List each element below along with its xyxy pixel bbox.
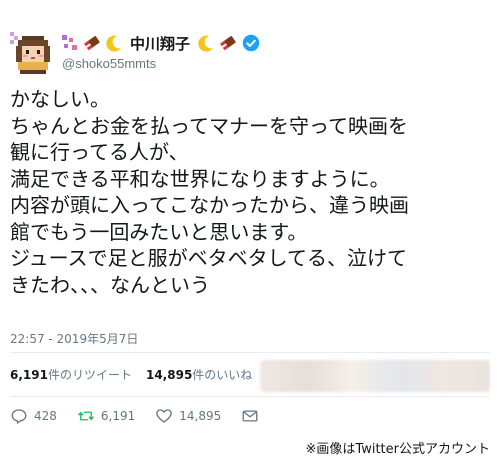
divider	[10, 396, 490, 397]
likes-stat[interactable]: 14,895件のいいね	[146, 366, 252, 383]
liker-avatars-blurred	[260, 360, 490, 392]
display-name-row[interactable]: 中川翔子	[60, 30, 260, 56]
crescent-moon-icon	[198, 35, 214, 52]
sparkle-icon	[62, 35, 77, 50]
tweet-text-line: 観に行ってる人が、	[10, 140, 189, 164]
likes-count: 14,895	[145, 368, 193, 382]
reply-icon	[11, 409, 27, 424]
verified-badge-icon	[242, 34, 260, 52]
retweets-label: 件のリツイート	[47, 368, 132, 382]
envelope-icon	[242, 410, 258, 422]
retweets-stat[interactable]: 6,191件のリツイート	[10, 366, 132, 383]
retweets-count: 6,191	[10, 368, 48, 382]
tweet-text-line: 館でもう一回みたいと思います。	[10, 219, 308, 244]
tweet-text-line: 満足できる平和な世界になりますように。	[10, 166, 390, 191]
action-bar: 428 6,191 14,895	[10, 406, 259, 426]
tweet-card: 中川翔子 @shoko55mmts かなしい。 ちゃんとお金を払ってマナーを守っ…	[0, 0, 500, 460]
pixel-art-avatar-icon[interactable]	[8, 30, 56, 74]
divider	[10, 352, 490, 353]
heart-icon	[156, 409, 173, 423]
display-name[interactable]: 中川翔子	[130, 33, 190, 54]
crescent-moon-icon	[106, 35, 121, 52]
tweet-timestamp[interactable]: 22:57 - 2019年5月7日	[10, 330, 138, 347]
likes-label: 件のいいね	[192, 368, 253, 382]
chocolate-icon	[219, 36, 236, 51]
tweet-text: かなしい。 ちゃんとお金を払ってマナーを守って映画を 観に行ってる人が、 満足で…	[10, 86, 498, 298]
tweet-text-line: かなしい。	[10, 87, 110, 111]
direct-message-button[interactable]	[241, 407, 259, 425]
tweet-text-line: 内容が頭に入ってこなかったから、違う映画	[10, 193, 409, 217]
reply-button[interactable]: 428	[10, 407, 57, 425]
retweet-count: 6,191	[100, 409, 136, 423]
tweet-stats: 6,191件のリツイート 14,895件のいいね	[10, 366, 252, 383]
tweet-text-line: ジュースで足と服がベタベタしてる、泣けて	[10, 246, 407, 270]
retweet-button[interactable]: 6,191	[77, 407, 135, 425]
image-credit: ※画像はTwitter公式アカウント	[305, 442, 490, 457]
tweet-text-line: ちゃんとお金を払ってマナーを守って映画を	[10, 113, 408, 138]
tweet-text-line: きたわ、、、なんという	[10, 272, 210, 297]
like-count: 14,895	[179, 409, 222, 423]
reply-count: 428	[34, 409, 57, 423]
user-handle[interactable]: @shoko55mmts	[62, 56, 156, 71]
like-button[interactable]: 14,895	[155, 407, 221, 425]
retweet-icon	[77, 411, 94, 421]
chocolate-icon	[83, 36, 100, 51]
